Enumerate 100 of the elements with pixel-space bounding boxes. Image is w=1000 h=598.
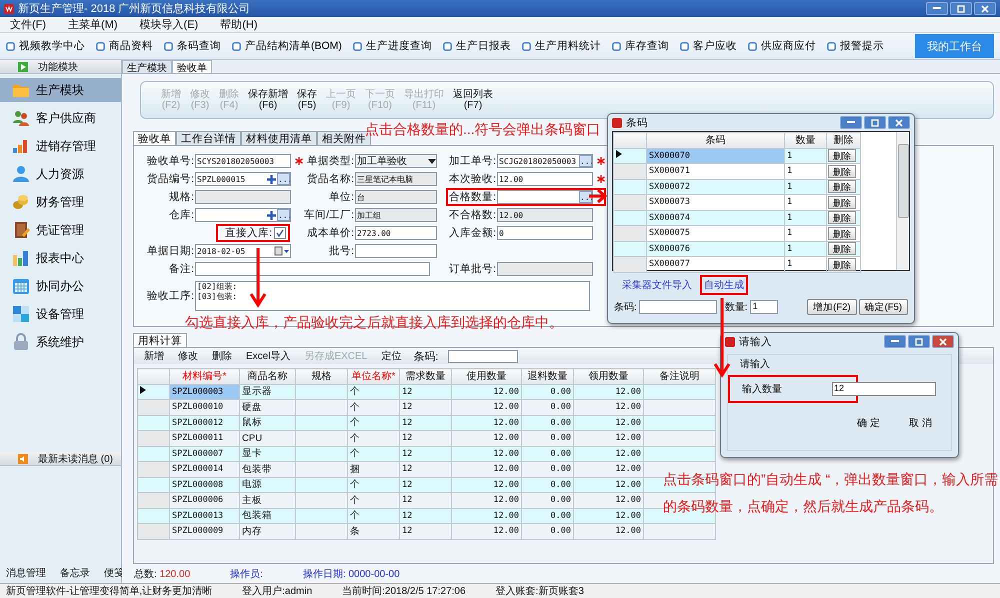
text-field[interactable]: 2723.00 (355, 226, 437, 240)
column-header[interactable]: 条码 (646, 132, 784, 148)
text-area[interactable]: [02]组装: [03]包装: (195, 281, 590, 311)
maximize-button[interactable] (864, 116, 886, 129)
shortcut-link[interactable]: 条码查询 (164, 39, 221, 53)
toolbar-button[interactable]: 定位 (379, 349, 404, 363)
menu-item[interactable]: 文件(F) (10, 17, 46, 32)
delete-button[interactable]: 删除 (828, 226, 856, 240)
menu-item[interactable]: 主菜单(M) (68, 17, 118, 32)
dialog-button[interactable]: 确定 (851, 415, 889, 431)
column-header[interactable]: 商品名称 (240, 368, 296, 384)
text-field[interactable] (497, 262, 593, 276)
text-field[interactable]: SCYS201802050003 (195, 154, 291, 168)
text-field[interactable]: 12.00 (497, 208, 593, 222)
checkbox[interactable] (274, 227, 286, 239)
sidebar-item[interactable]: 人力资源 (0, 162, 121, 186)
date-field[interactable]: 2018-02-05 (195, 244, 291, 258)
barcode-field[interactable] (638, 300, 717, 314)
text-field[interactable]: 12.00 (497, 172, 593, 186)
toolbar-button[interactable]: Excel导入 (244, 349, 292, 363)
shortcut-link[interactable]: 视频教学中心 (6, 39, 85, 53)
sidebar-item[interactable]: 财务管理 (0, 190, 121, 214)
shortcut-link[interactable]: 产品结构清单(BOM) (232, 39, 342, 53)
workbench-button[interactable]: 我的工作台 (915, 34, 994, 58)
close-button[interactable] (932, 335, 954, 348)
sidebar-item[interactable]: 客户供应商 (0, 106, 121, 130)
quantity-field[interactable]: 12 (832, 382, 936, 396)
text-field[interactable]: 三星笔记本电脑 (355, 172, 437, 186)
quantity-field[interactable]: 1 (750, 300, 778, 314)
delete-button[interactable]: 删除 (828, 196, 856, 209)
shortcut-link[interactable]: 报警提示 (826, 39, 884, 53)
shortcut-link[interactable]: 客户应收 (680, 39, 737, 53)
tab[interactable]: 验收单 (172, 60, 212, 73)
shortcut-link[interactable]: 生产进度查询 (352, 39, 432, 53)
delete-button[interactable]: 删除 (828, 242, 856, 256)
row-header[interactable] (138, 384, 170, 400)
column-header[interactable]: 材料编号* (170, 368, 240, 384)
shortcut-link[interactable]: 生产用料统计 (522, 39, 601, 53)
dialog-button[interactable]: 取消 (903, 415, 941, 431)
text-field[interactable] (355, 244, 437, 258)
minimize-button[interactable] (884, 335, 906, 348)
column-header[interactable]: 使用数量 (452, 368, 522, 384)
tab[interactable]: 生产模块 (122, 60, 172, 73)
column-header[interactable]: 领用数量 (574, 368, 644, 384)
dialog-button[interactable]: 增加(F2) (807, 299, 857, 315)
column-header[interactable]: 需求数量 (400, 368, 452, 384)
shortcut-link[interactable]: 供应商应付 (748, 39, 816, 53)
plus-icon[interactable] (266, 210, 277, 220)
footer-link[interactable]: 消息管理 (6, 566, 46, 580)
plus-icon[interactable] (266, 174, 277, 184)
text-field[interactable]: 加工组 (355, 208, 437, 222)
sidebar-item[interactable]: 进销存管理 (0, 134, 121, 158)
shortcut-link[interactable]: 生产日报表 (442, 39, 511, 53)
text-field[interactable] (195, 262, 430, 276)
shortcut-link[interactable]: 商品资料 (96, 39, 153, 53)
toolbar-button[interactable]: 返回列表 (F7) (453, 89, 493, 111)
toolbar-button[interactable]: 删除 (210, 349, 234, 363)
close-button[interactable] (888, 116, 910, 129)
sidebar-item[interactable]: 凭证管理 (0, 218, 121, 242)
toolbar-button[interactable]: 保存新增 (F6) (248, 89, 288, 111)
toolbar-button[interactable]: 保存 (F5) (297, 89, 317, 111)
minimize-button[interactable] (840, 116, 862, 129)
column-header[interactable]: 数量 (784, 132, 826, 148)
text-field[interactable]: 0 (497, 226, 593, 240)
tab[interactable]: 验收单 (133, 131, 176, 145)
toolbar-button[interactable]: 修改 (176, 349, 200, 363)
link[interactable]: 采集器文件导入 (618, 275, 696, 295)
row-header[interactable] (614, 148, 646, 164)
delete-button[interactable]: 删除 (828, 180, 856, 194)
footer-link[interactable]: 备忘录 (60, 566, 90, 580)
column-header[interactable]: 退料数量 (522, 368, 574, 384)
maximize-button[interactable] (908, 335, 930, 348)
close-button[interactable] (974, 2, 996, 15)
sidebar-item[interactable]: 系统维护 (0, 330, 121, 354)
dialog-button[interactable]: 确定(F5) (858, 299, 908, 315)
column-header[interactable]: 备注说明 (644, 368, 716, 384)
delete-button[interactable]: 删除 (828, 258, 856, 271)
column-header[interactable]: 单位名称* (348, 368, 400, 384)
menu-item[interactable]: 帮助(H) (220, 17, 258, 32)
calendar-dropdown-icon[interactable] (274, 246, 290, 256)
text-field[interactable]: 台 (355, 190, 437, 204)
column-header[interactable]: 规格 (296, 368, 348, 384)
minimize-button[interactable] (926, 2, 948, 15)
toolbar-button[interactable]: 新增 (142, 349, 166, 363)
sidebar-item[interactable]: 生产模块 (0, 78, 121, 102)
text-field[interactable] (195, 190, 291, 204)
sidebar-item[interactable]: 协同办公 (0, 274, 121, 298)
tab[interactable]: 用料计算 (133, 333, 187, 347)
column-header[interactable]: 删除 (826, 132, 860, 148)
shortcut-link[interactable]: 库存查询 (612, 39, 669, 53)
tab[interactable]: 材料使用清单 (241, 131, 317, 145)
tab[interactable]: 工作台详情 (176, 131, 241, 145)
dropdown[interactable]: 加工单验收 (355, 154, 437, 168)
sidebar-item[interactable]: 设备管理 (0, 302, 121, 326)
delete-button[interactable]: 删除 (828, 211, 856, 224)
delete-button[interactable]: 删除 (828, 164, 856, 178)
sidebar-item[interactable]: 报表中心 (0, 246, 121, 270)
scrollbar[interactable] (896, 132, 909, 270)
maximize-button[interactable] (950, 2, 972, 15)
search-field[interactable] (448, 350, 518, 362)
